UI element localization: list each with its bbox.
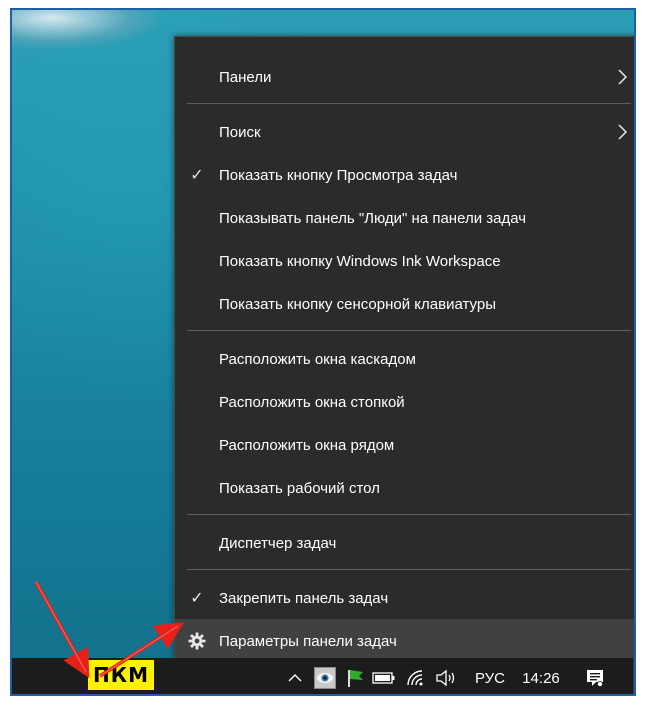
menu-item-label: Диспетчер задач: [219, 534, 337, 552]
tray-app-flag[interactable]: [342, 658, 368, 694]
menu-item-stack-windows[interactable]: Расположить окна стопкой: [175, 384, 634, 420]
notification-icon: [587, 670, 603, 687]
show-hidden-icons-button[interactable]: [282, 658, 308, 694]
menu-separator: [187, 514, 631, 515]
eye-app-icon: [314, 667, 336, 689]
menu-separator: [187, 569, 631, 570]
menu-item-label: Расположить окна стопкой: [219, 393, 405, 411]
menu-item-side-by-side-windows[interactable]: Расположить окна рядом: [175, 427, 634, 463]
menu-item-label: Показывать панель "Люди" на панели задач: [219, 209, 527, 227]
menu-item-label: Показать рабочий стол: [219, 479, 380, 497]
chevron-up-icon: [288, 674, 302, 682]
checkmark-icon: ✓: [190, 590, 204, 607]
wifi-icon: [407, 670, 423, 686]
menu-item-touch-keyboard-button[interactable]: Показать кнопку сенсорной клавиатуры: [175, 286, 634, 322]
menu-separator: [187, 330, 631, 331]
menu-item-task-view-button[interactable]: ✓ Показать кнопку Просмотра задач: [175, 157, 634, 193]
menu-item-label: Закрепить панель задач: [219, 589, 389, 607]
menu-item-show-desktop[interactable]: Показать рабочий стол: [175, 470, 634, 506]
taskbar-context-menu: Панели Поиск ✓ Показать кнопку Просмотра…: [174, 36, 634, 664]
wifi-button[interactable]: [402, 658, 430, 694]
language-indicator[interactable]: РУС: [464, 658, 516, 694]
action-center-button[interactable]: [580, 658, 610, 694]
menu-separator: [187, 103, 631, 104]
tray-app-eye[interactable]: [312, 658, 338, 694]
menu-item-label: Панели: [219, 68, 272, 86]
menu-item-people-panel[interactable]: Показывать панель "Люди" на панели задач: [175, 200, 634, 236]
gear-icon: [188, 632, 206, 650]
screenshot-frame: Панели Поиск ✓ Показать кнопку Просмотра…: [10, 8, 636, 696]
checkmark-icon: ✓: [190, 167, 204, 184]
menu-item-search[interactable]: Поиск: [175, 114, 634, 150]
menu-item-lock-taskbar[interactable]: ✓ Закрепить панель задач: [175, 580, 634, 616]
menu-item-label: Показать кнопку Просмотра задач: [219, 166, 458, 184]
menu-item-label: Параметры панели задач: [219, 632, 397, 650]
menu-item-label: Расположить окна рядом: [219, 436, 395, 454]
battery-button[interactable]: [370, 658, 398, 694]
menu-item-panels[interactable]: Панели: [175, 59, 634, 95]
menu-item-label: Расположить окна каскадом: [219, 350, 416, 368]
clock[interactable]: 14:26: [516, 658, 566, 694]
menu-item-label: Поиск: [219, 123, 261, 141]
volume-button[interactable]: [432, 658, 460, 694]
menu-item-cascade-windows[interactable]: Расположить окна каскадом: [175, 341, 634, 377]
green-flag-icon: [348, 670, 363, 687]
menu-item-label: Показать кнопку Windows Ink Workspace: [219, 252, 501, 270]
show-desktop-button[interactable]: [633, 658, 634, 694]
battery-icon: [372, 672, 395, 684]
chevron-right-icon: [618, 69, 628, 85]
menu-item-taskbar-settings[interactable]: Параметры панели задач: [175, 619, 634, 663]
speaker-icon: [436, 669, 455, 687]
menu-item-windows-ink-button[interactable]: Показать кнопку Windows Ink Workspace: [175, 243, 634, 279]
right-click-annotation-label: ПКМ: [88, 660, 154, 690]
menu-item-label: Показать кнопку сенсорной клавиатуры: [219, 295, 496, 313]
menu-item-task-manager[interactable]: Диспетчер задач: [175, 525, 634, 561]
chevron-right-icon: [618, 124, 628, 140]
